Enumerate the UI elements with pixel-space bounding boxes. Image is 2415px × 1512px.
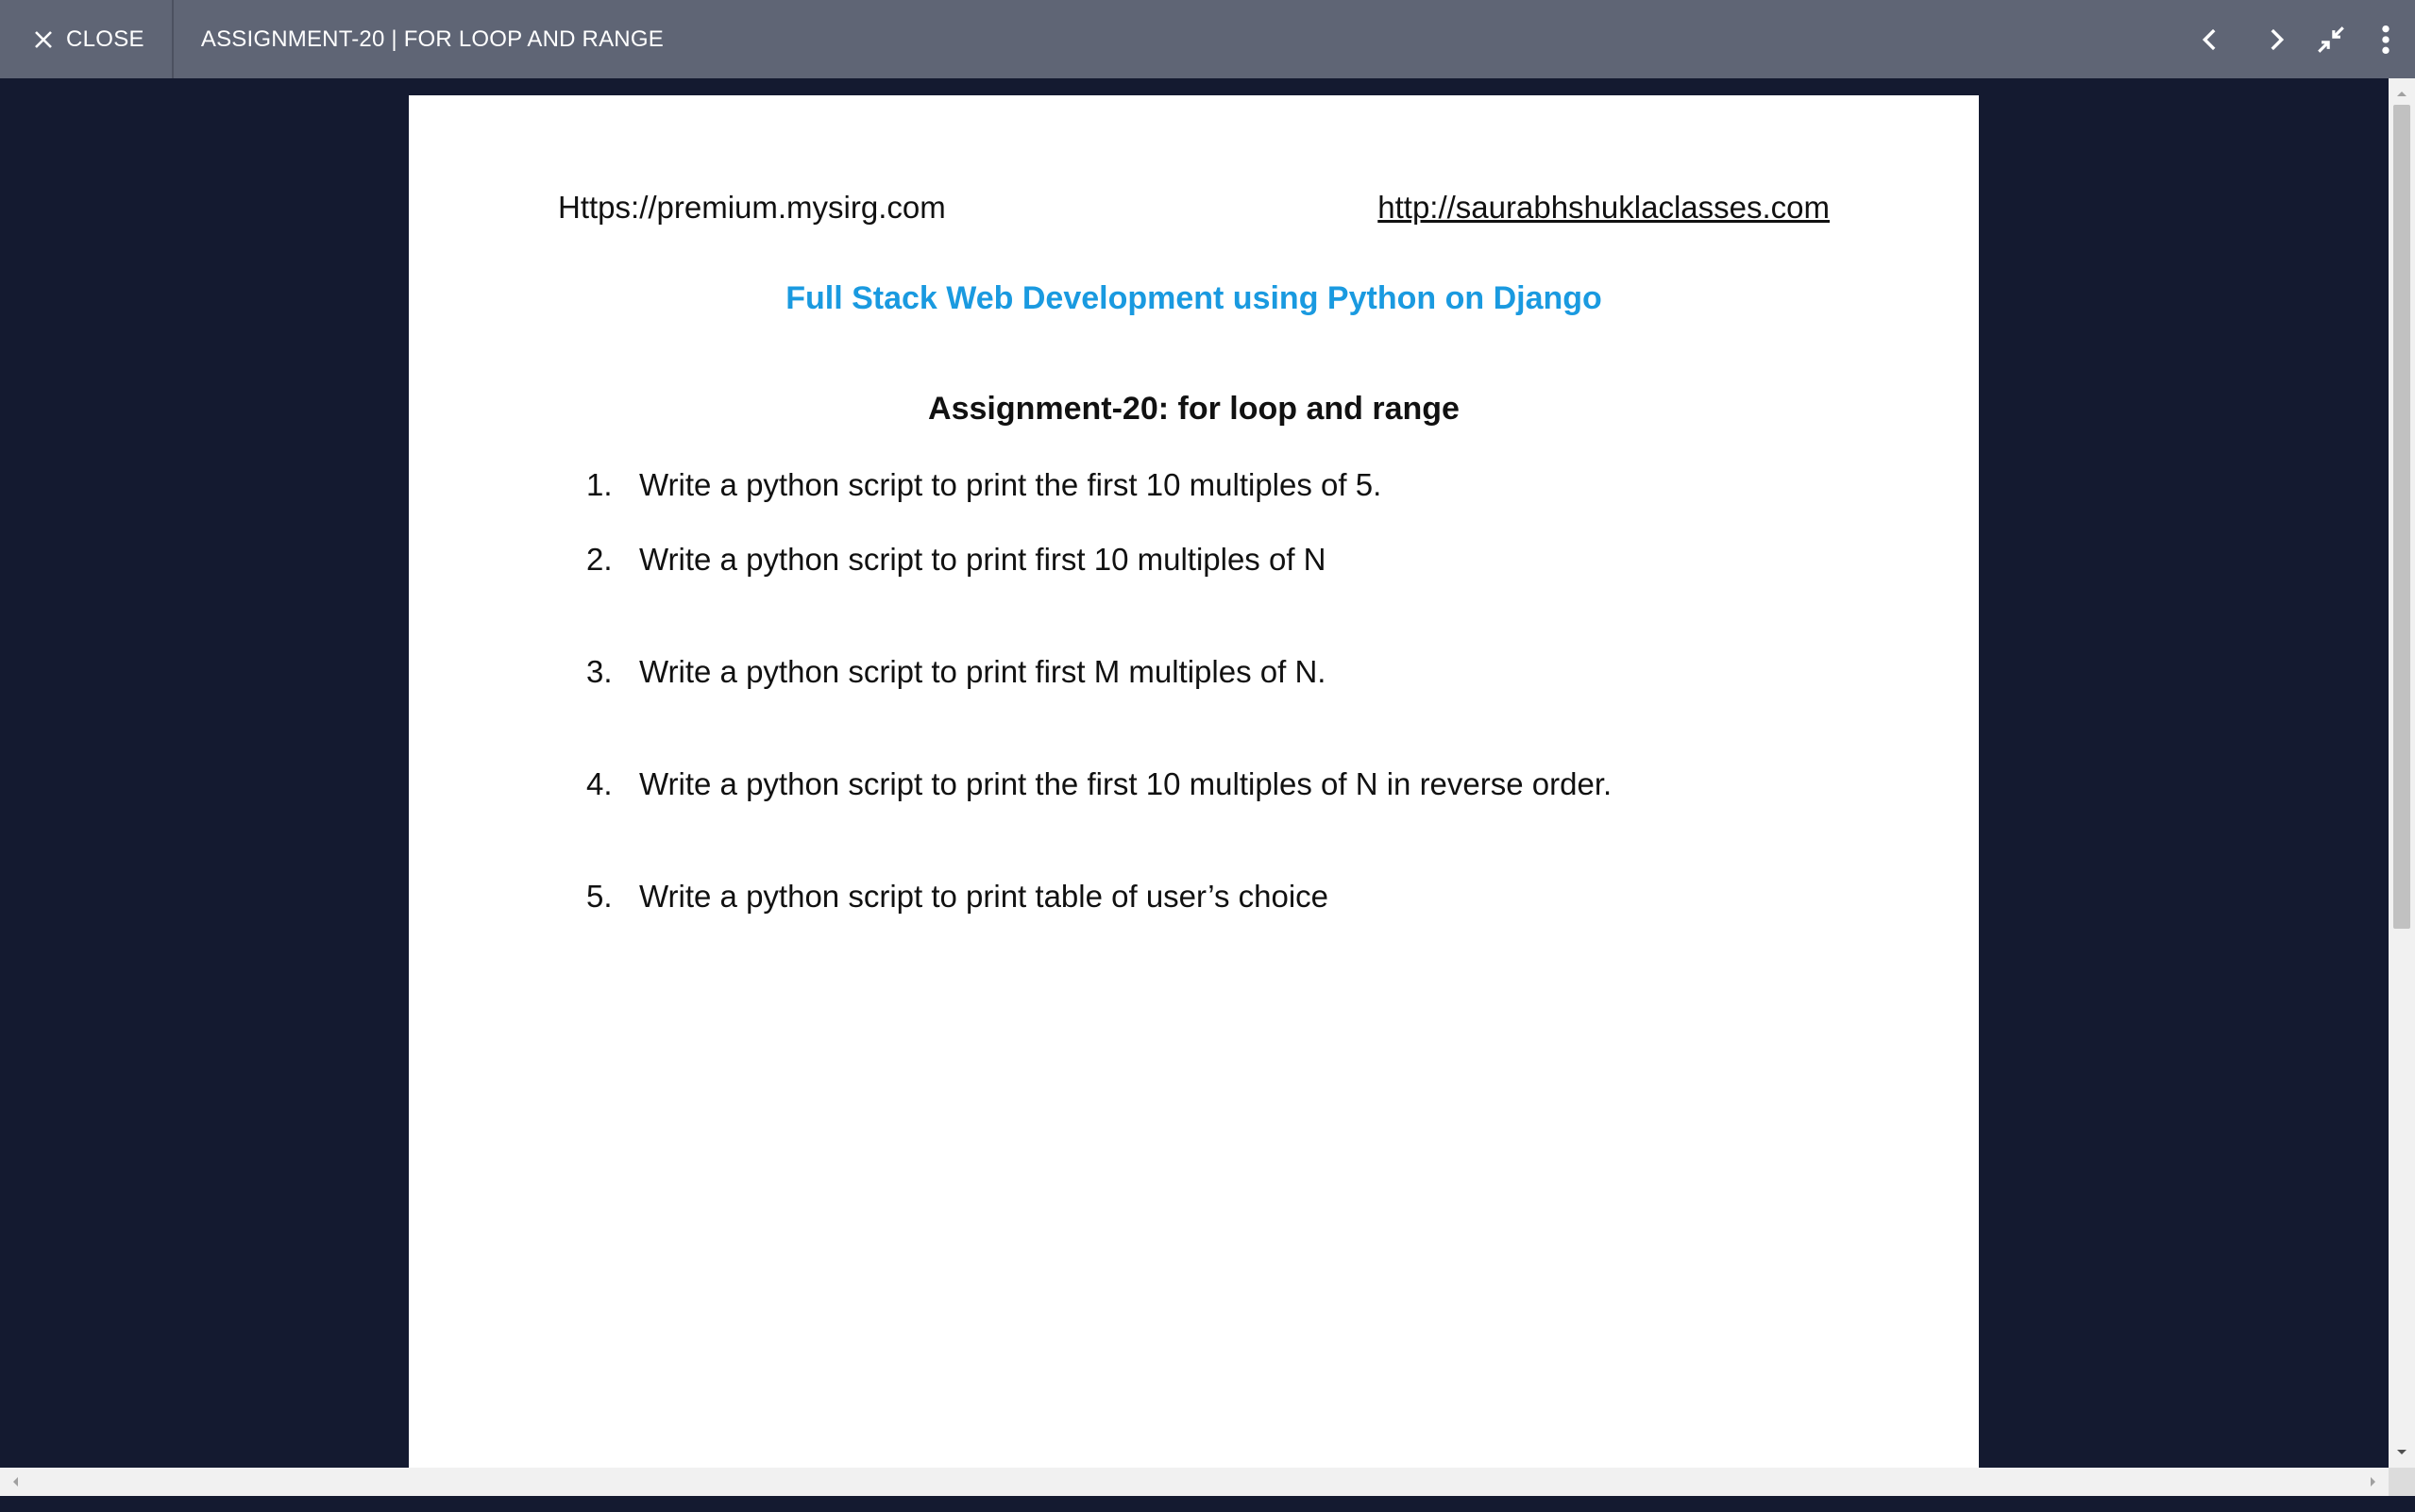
list-item: 1. Write a python script to print the fi… <box>586 467 1381 503</box>
chevron-right-icon <box>2271 28 2285 50</box>
header-right-link[interactable]: http://saurabhshuklaclasses.com <box>1377 190 1830 226</box>
list-item-text: Write a python script to print first 10 … <box>639 542 1326 577</box>
vertical-scrollbar-thumb[interactable] <box>2393 105 2410 929</box>
course-title: Full Stack Web Development using Python … <box>785 280 1602 316</box>
document-viewer[interactable]: Https://premium.mysirg.com http://saurab… <box>0 78 2389 1468</box>
list-item-number: 2. <box>586 542 613 577</box>
previous-button[interactable] <box>2188 18 2232 61</box>
scrollbar-corner <box>2389 1468 2415 1496</box>
scroll-right-arrow-icon[interactable] <box>2360 1468 2387 1496</box>
scroll-left-arrow-icon[interactable] <box>2 1468 28 1496</box>
document-page: Https://premium.mysirg.com http://saurab… <box>409 95 1979 1468</box>
close-label: CLOSE <box>66 25 144 52</box>
assignment-title: Assignment-20: for loop and range <box>928 391 1460 427</box>
list-item: 4. Write a python script to print the fi… <box>586 766 1612 802</box>
exit-fullscreen-button[interactable] <box>2309 18 2353 61</box>
list-item-text: Write a python script to print table of … <box>639 879 1329 914</box>
bottom-strip <box>0 1496 2415 1512</box>
viewer-toolbar: CLOSE ASSIGNMENT-20 | FOR LOOP AND RANGE <box>0 0 2415 78</box>
next-button[interactable] <box>2255 18 2298 61</box>
vertical-scrollbar[interactable] <box>2389 78 2415 1468</box>
list-item-number: 1. <box>586 467 613 502</box>
list-item-text: Write a python script to print the first… <box>639 467 1382 502</box>
list-item-number: 5. <box>586 879 613 914</box>
chevron-left-icon <box>2202 28 2216 50</box>
list-item: 5. Write a python script to print table … <box>586 879 1328 915</box>
toolbar-actions <box>2188 0 2415 78</box>
list-item: 3. Write a python script to print first … <box>586 654 1326 690</box>
scroll-up-arrow-icon[interactable] <box>2389 82 2415 105</box>
list-item: 2. Write a python script to print first … <box>586 542 1326 578</box>
list-item-number: 3. <box>586 654 613 689</box>
horizontal-scrollbar[interactable] <box>0 1468 2389 1496</box>
close-icon <box>35 30 52 48</box>
list-item-number: 4. <box>586 766 613 801</box>
list-item-text: Write a python script to print the first… <box>639 766 1613 801</box>
exit-fullscreen-icon <box>2318 25 2344 53</box>
more-vertical-icon <box>2382 25 2390 54</box>
document-title: ASSIGNMENT-20 | FOR LOOP AND RANGE <box>200 25 664 52</box>
more-options-button[interactable] <box>2364 18 2407 61</box>
scroll-down-arrow-icon[interactable] <box>2389 1441 2415 1464</box>
close-button[interactable]: CLOSE <box>0 0 174 78</box>
list-item-text: Write a python script to print first M m… <box>639 654 1326 689</box>
header-left-url: Https://premium.mysirg.com <box>558 190 946 225</box>
